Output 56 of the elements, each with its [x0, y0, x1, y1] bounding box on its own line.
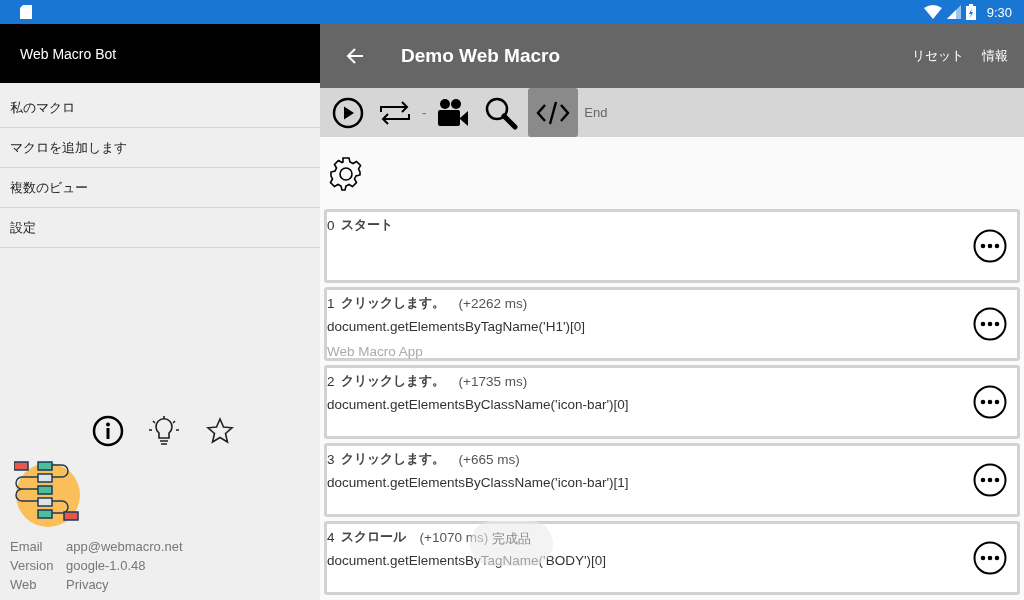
step-number: 4 [327, 529, 335, 545]
clock-time: 9:30 [986, 4, 1012, 20]
more-options-icon[interactable] [973, 463, 1007, 497]
step-delay: (+1070 ms) [419, 529, 489, 545]
screen-title: Demo Web Macro [401, 45, 562, 67]
step-number: 0 [327, 217, 335, 233]
back-arrow-icon[interactable] [346, 47, 364, 65]
step-number: 3 [327, 451, 335, 467]
step-delay: (+665 ms) [458, 451, 520, 467]
macro-step-card[interactable]: 0 スタート [324, 209, 1020, 283]
more-options-icon[interactable] [973, 385, 1007, 419]
play-icon [332, 96, 364, 129]
more-options-icon[interactable] [973, 307, 1007, 341]
settings-icon[interactable] [329, 157, 363, 191]
signal-icon [946, 5, 961, 19]
info-icon[interactable] [92, 415, 124, 447]
step-title: クリックします。 [340, 372, 445, 390]
app-bar-action[interactable]: リセット [912, 47, 964, 65]
step-title: クリックします。 [340, 450, 445, 468]
step-title: クリックします。 [340, 294, 445, 312]
star-icon[interactable] [204, 415, 236, 447]
step-number: 1 [327, 295, 335, 311]
sd-card-icon [20, 5, 32, 19]
battery-icon [965, 4, 976, 20]
code-icon [536, 99, 571, 126]
search-icon [484, 95, 519, 130]
info-value: Privacy [66, 576, 110, 594]
flowchart-logo-drawing [14, 461, 80, 527]
step-selector: document.getElementsByClassName('icon-bar')[1] [327, 475, 629, 491]
info-label: Web [10, 576, 38, 594]
info-label: Email [10, 538, 44, 556]
wifi-icon [923, 5, 942, 19]
more-options-icon[interactable] [973, 229, 1007, 263]
info-value: app@webmacro.net [66, 538, 184, 556]
dash-text: - [422, 105, 427, 120]
step-note: Web Macro App [327, 342, 424, 361]
app-bar-action[interactable]: 情報 [982, 47, 1008, 65]
end-label: End [584, 105, 608, 120]
step-title: スタート [340, 216, 393, 234]
step-selector: document.getElementsByTagName('H1')[0] [327, 319, 586, 335]
step-number: 2 [327, 373, 335, 389]
step-title: スクロール [340, 528, 406, 546]
info-label: Version [10, 557, 55, 575]
step-selector: document.getElementsByClassName('icon-bar')[0] [327, 397, 629, 413]
step-delay: (+1735 ms) [458, 373, 528, 389]
more-options-icon[interactable] [973, 541, 1007, 575]
video-camera-icon [436, 97, 471, 128]
macro-step-card[interactable]: 3 クリックします。 (+665 ms) document.getElementsByClassName('icon-bar')[1] [324, 443, 1020, 517]
app-name: Web Macro Bot [20, 45, 117, 62]
macro-step-card[interactable]: 1 クリックします。 (+2262 ms) document.getElementsByTagName('H1')[0] Web Macro App [324, 287, 1020, 361]
info-value: google-1.0.48 [66, 557, 147, 575]
lightbulb-icon[interactable] [148, 415, 180, 447]
step-delay: (+2262 ms) [458, 295, 528, 311]
code-button[interactable] [528, 88, 579, 137]
macro-step-card[interactable]: 2 クリックします。 (+1735 ms) document.getElementsByClassName('icon-bar')[0] [324, 365, 1020, 439]
step-selector: document.getElementsByTagName('BODY')[0] [327, 553, 607, 569]
